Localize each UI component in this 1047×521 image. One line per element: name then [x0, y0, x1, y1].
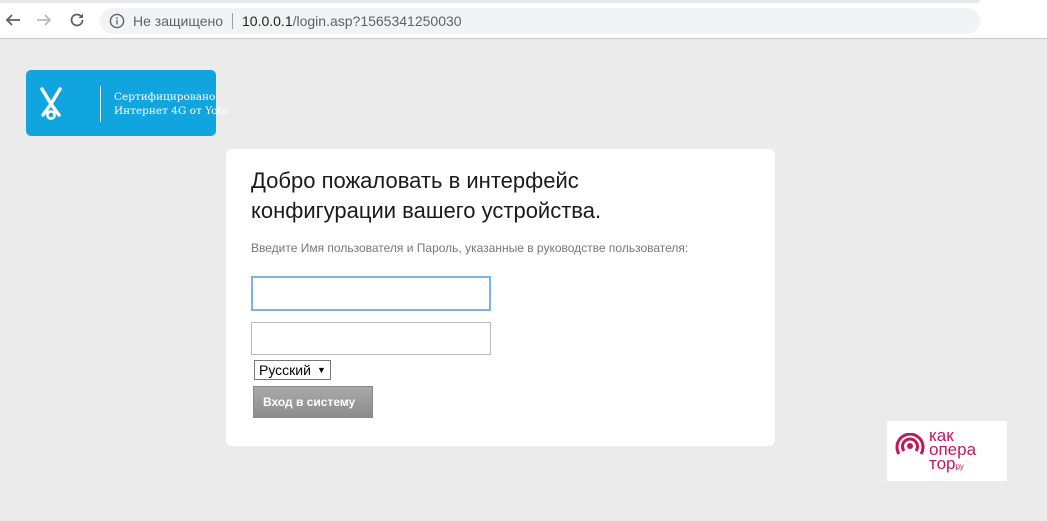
- security-status[interactable]: Не защищено: [133, 13, 223, 29]
- login-panel: Добро пожаловать в интерфейс конфигураци…: [226, 149, 775, 446]
- username-input[interactable]: [251, 276, 491, 311]
- password-input[interactable]: [251, 322, 491, 355]
- yota-logo-icon: [40, 87, 62, 120]
- url-host[interactable]: 10.0.0.1: [242, 13, 293, 29]
- watermark-suffix: ру: [955, 462, 964, 471]
- watermark-word: тор: [929, 454, 956, 473]
- tab-strip-edge: [0, 0, 980, 3]
- address-separator: [232, 13, 233, 29]
- info-icon[interactable]: [109, 13, 125, 29]
- browser-toolbar: Не защищено 10.0.0.1 /login.asp?15653412…: [0, 0, 1047, 39]
- reload-icon: [70, 13, 84, 27]
- forward-button[interactable]: [33, 9, 55, 31]
- address-bar[interactable]: Не защищено 10.0.0.1 /login.asp?15653412…: [100, 8, 980, 34]
- login-button[interactable]: Вход в систему: [253, 386, 373, 418]
- watermark-line-3: торру: [929, 454, 964, 475]
- language-selected: Русский: [259, 362, 311, 378]
- badge-divider: [100, 86, 101, 122]
- back-button[interactable]: [2, 9, 24, 31]
- signal-icon: [895, 433, 925, 455]
- watermark: как опера торру: [887, 421, 1007, 481]
- reload-button[interactable]: [66, 9, 88, 31]
- dropdown-arrow-icon: ▼: [316, 365, 326, 375]
- arrow-right-icon: [37, 14, 52, 26]
- welcome-title: Добро пожаловать в интерфейс конфигураци…: [251, 168, 602, 223]
- language-select[interactable]: Русский ▼: [254, 360, 331, 380]
- badge-line-1: Сертифицировано: [114, 91, 216, 103]
- badge-line-2: Интернет 4G от Yota: [114, 105, 228, 117]
- url-path[interactable]: /login.asp?1565341250030: [293, 13, 462, 29]
- login-hint: Введите Имя пользователя и Пароль, указа…: [251, 241, 689, 255]
- yota-certified-badge: Сертифицировано Интернет 4G от Yota: [26, 70, 228, 136]
- arrow-left-icon: [5, 14, 20, 26]
